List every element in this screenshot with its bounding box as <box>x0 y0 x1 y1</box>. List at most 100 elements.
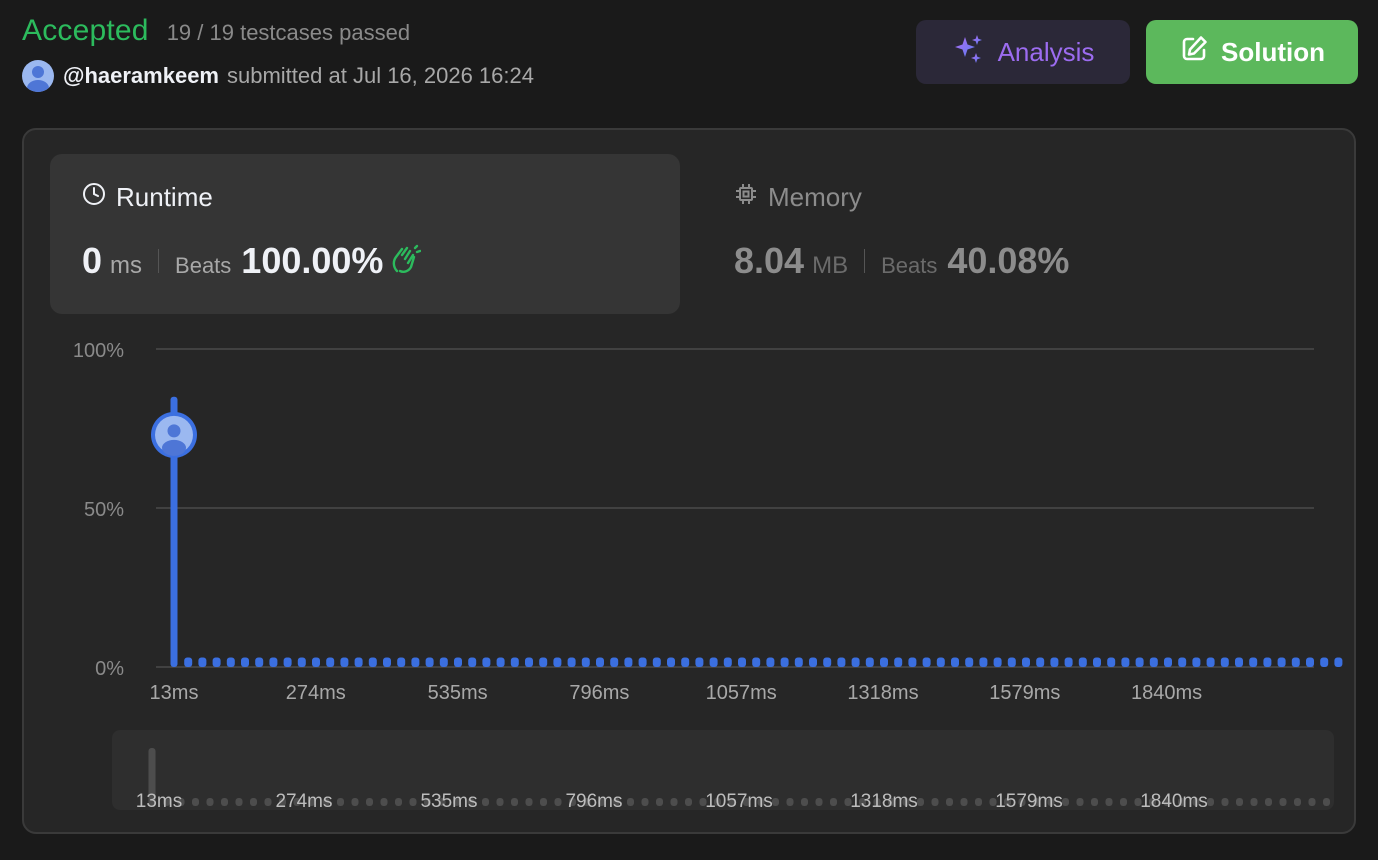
chart-bar[interactable] <box>723 657 732 667</box>
minimap-bar <box>830 798 837 806</box>
chart-bar[interactable] <box>1220 657 1229 667</box>
chart-bar[interactable] <box>297 657 306 667</box>
chart-bar[interactable] <box>312 657 320 667</box>
chart-bar[interactable] <box>567 657 576 667</box>
chart-bar[interactable] <box>1206 657 1215 667</box>
avatar[interactable] <box>22 60 54 92</box>
chart-bar[interactable] <box>865 657 874 667</box>
minimap-bar <box>264 798 272 806</box>
chart-bar[interactable] <box>752 657 761 667</box>
chart-bar[interactable] <box>269 657 278 667</box>
chart-bar[interactable] <box>1078 657 1087 667</box>
chart-bar[interactable] <box>1192 657 1201 667</box>
chart-bar[interactable] <box>851 657 860 667</box>
minimap-bar <box>1279 798 1287 806</box>
minimap-bar <box>221 798 228 806</box>
chart-bar[interactable] <box>681 657 690 667</box>
chart-bar[interactable] <box>496 657 505 667</box>
chart-bar[interactable] <box>809 657 817 667</box>
chart-bar[interactable] <box>1036 657 1045 667</box>
chart-bar[interactable] <box>1164 657 1172 667</box>
chart-bar[interactable] <box>922 657 931 667</box>
chart-bar[interactable] <box>1149 657 1158 667</box>
chart-bar[interactable] <box>1277 657 1286 667</box>
chart-bar[interactable] <box>1263 657 1272 667</box>
chart-bar[interactable] <box>993 657 1002 667</box>
chart-bar[interactable] <box>510 657 519 667</box>
chart-bar[interactable] <box>624 657 633 667</box>
chart-bar[interactable] <box>1291 657 1300 667</box>
chart-bar[interactable] <box>354 657 363 667</box>
chart-bar[interactable] <box>184 657 193 667</box>
chart-minimap[interactable]: 13ms 274ms 535ms 796ms 1057ms 1318ms 1579ms 184… <box>112 730 1345 812</box>
chart-bar[interactable] <box>539 657 548 667</box>
chart-bar[interactable] <box>837 657 846 667</box>
chart-bar[interactable] <box>340 657 349 667</box>
chart-bar[interactable] <box>198 657 207 667</box>
chart-bar[interactable] <box>1306 657 1314 667</box>
chart-bar[interactable] <box>439 657 448 667</box>
chart-bar[interactable] <box>979 657 988 667</box>
chart-bar[interactable] <box>780 657 789 667</box>
chart-bar[interactable] <box>951 657 959 667</box>
chart-bar[interactable] <box>965 657 974 667</box>
minimap-bar <box>482 798 489 806</box>
chart-bar[interactable] <box>383 657 391 667</box>
chart-bar[interactable] <box>255 657 264 667</box>
chart-bar[interactable] <box>241 657 249 667</box>
solution-button[interactable]: Solution <box>1146 20 1358 84</box>
minimap-tick-label: 535ms <box>420 791 477 810</box>
chart-bar[interactable] <box>397 657 406 667</box>
chart-bar[interactable] <box>638 657 647 667</box>
chart-bar[interactable] <box>368 657 377 667</box>
chart-bar[interactable] <box>1334 657 1343 667</box>
chart-bar[interactable] <box>1050 657 1059 667</box>
chart-bar[interactable] <box>1249 657 1258 667</box>
chart-bar[interactable] <box>667 657 675 667</box>
runtime-distribution-chart[interactable]: 100% 50% 0% 13ms 274ms 535ms 796ms 1057ms 1318ms… <box>24 130 1354 730</box>
chart-bar[interactable] <box>936 657 945 667</box>
chart-bar[interactable] <box>226 657 235 667</box>
minimap-bar <box>1294 798 1301 806</box>
chart-bar[interactable] <box>1007 657 1016 667</box>
chart-bar[interactable] <box>525 657 533 667</box>
chart-bar[interactable] <box>468 657 477 667</box>
chart-bar[interactable] <box>1235 657 1243 667</box>
chart-bar[interactable] <box>1135 657 1144 667</box>
minimap-chart[interactable]: 13ms 274ms 535ms 796ms 1057ms 1318ms 1579ms 184… <box>112 730 1345 812</box>
username-link[interactable]: @haeramkeem <box>63 63 219 89</box>
chart-bar[interactable] <box>454 657 462 667</box>
chart-bar[interactable] <box>695 657 704 667</box>
chart-bar[interactable] <box>326 657 335 667</box>
chart-bar[interactable] <box>1093 657 1101 667</box>
chart-bar[interactable] <box>482 657 491 667</box>
chart-bar[interactable] <box>794 657 803 667</box>
chart-bar[interactable] <box>1107 657 1116 667</box>
analysis-button[interactable]: Analysis <box>916 20 1130 84</box>
chart-bar[interactable] <box>283 657 292 667</box>
chart-bar[interactable] <box>1064 657 1073 667</box>
x-tick-label: 535ms <box>428 682 488 704</box>
chart-bar[interactable] <box>1022 657 1030 667</box>
chart-bar[interactable] <box>553 657 562 667</box>
minimap-bar <box>511 798 518 806</box>
chart-bar[interactable] <box>1320 657 1329 667</box>
minimap-bar <box>192 798 199 806</box>
chart-bar[interactable] <box>738 657 746 667</box>
chart-bar[interactable] <box>652 657 661 667</box>
x-tick-label: 1840ms <box>1131 682 1202 704</box>
chart-bar[interactable] <box>581 657 590 667</box>
chart-bar[interactable] <box>1121 657 1130 667</box>
chart-bar[interactable] <box>908 657 917 667</box>
chart-bar[interactable] <box>766 657 775 667</box>
chart-bar[interactable] <box>709 657 718 667</box>
chart-bar[interactable] <box>823 657 832 667</box>
chart-bar[interactable] <box>411 657 420 667</box>
chart-bar[interactable] <box>212 657 221 667</box>
chart-bar[interactable] <box>894 657 903 667</box>
chart-bar[interactable] <box>425 657 434 667</box>
chart-bar[interactable] <box>1178 657 1187 667</box>
chart-bar[interactable] <box>880 657 888 667</box>
chart-bar[interactable] <box>596 657 604 667</box>
chart-bar[interactable] <box>610 657 619 667</box>
